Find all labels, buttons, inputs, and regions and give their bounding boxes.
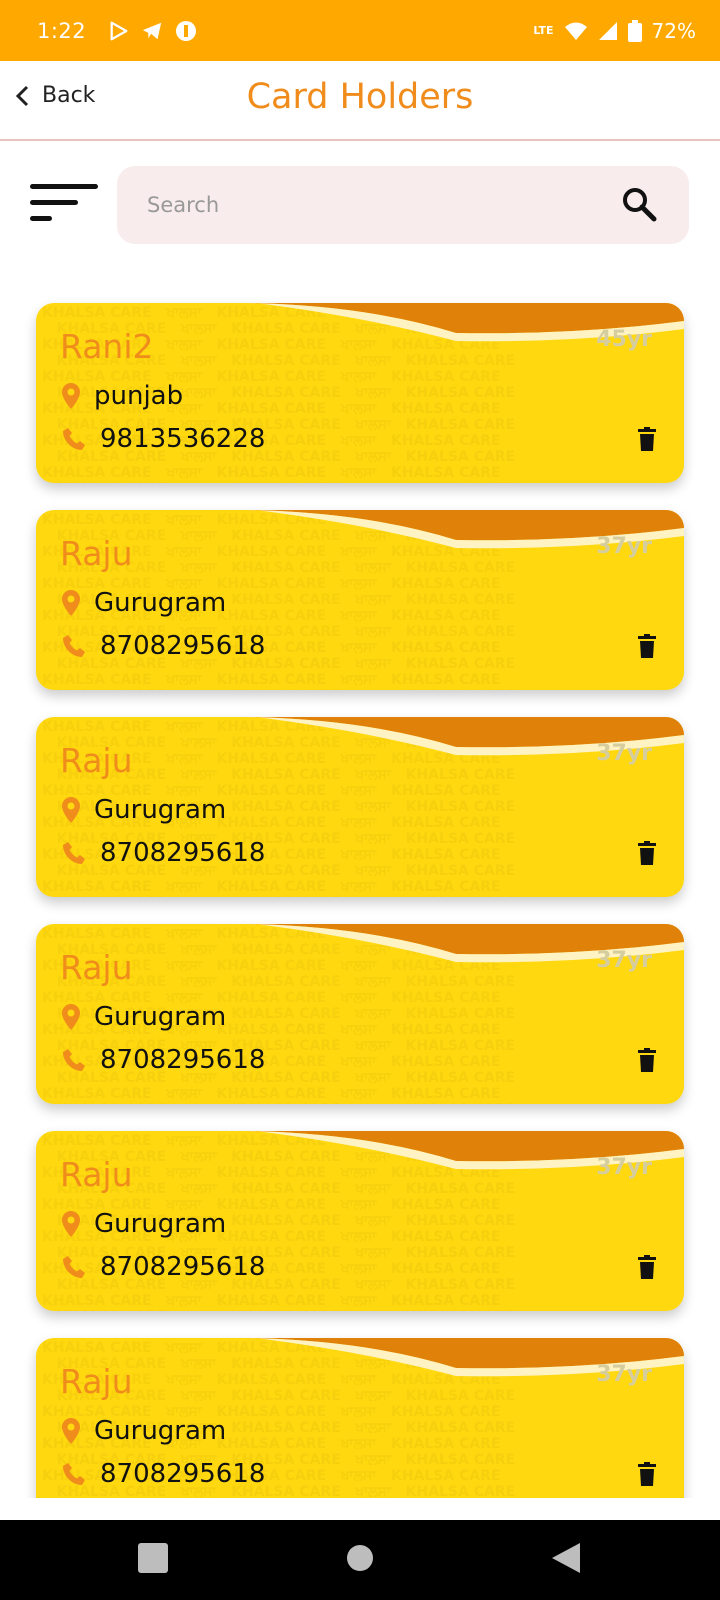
- phone-icon: [63, 842, 85, 864]
- card-wave-decoration: [246, 717, 684, 756]
- status-bar: 1:22 LTE 72%: [0, 0, 720, 61]
- phone-icon: [63, 635, 85, 657]
- holder-name: Raju: [60, 948, 133, 987]
- holder-location: punjab: [62, 381, 183, 411]
- trash-icon[interactable]: [638, 1255, 656, 1279]
- holder-age: 37yr: [596, 1155, 652, 1180]
- location-pin-icon: [62, 1211, 80, 1237]
- holder-age: 37yr: [596, 948, 652, 973]
- holder-phone: 8708295618: [62, 1252, 265, 1282]
- holder-phone: 8708295618: [62, 1045, 265, 1075]
- location-pin-icon: [62, 1418, 80, 1444]
- lte-icon: LTE: [533, 24, 554, 37]
- trash-icon[interactable]: [638, 427, 656, 451]
- trash-icon[interactable]: [638, 1462, 656, 1486]
- notification-icons: [108, 19, 198, 43]
- sort-lines-icon: [30, 184, 98, 221]
- holder-location: Gurugram: [62, 1002, 226, 1032]
- holder-age: 45yr: [596, 327, 652, 352]
- card-holder-item[interactable]: KHALSA CARE ਖਾਲਸਾ KHALSA CARE ਖਾਲਸਾ KHAL…: [36, 510, 684, 690]
- card-wave-decoration: [246, 1338, 684, 1377]
- telegram-icon: [143, 22, 162, 39]
- battery-percent: 72%: [651, 18, 696, 43]
- card-holder-item[interactable]: KHALSA CARE ਖਾਲਸਾ KHALSA CARE ਖਾਲਸਾ KHAL…: [36, 303, 684, 483]
- home-icon[interactable]: [346, 1542, 374, 1574]
- card-holder-item[interactable]: KHALSA CARE ਖਾਲਸਾ KHALSA CARE ਖਾਲਸਾ KHAL…: [36, 1131, 684, 1311]
- holder-age: 37yr: [596, 534, 652, 559]
- card-wave-decoration: [246, 1131, 684, 1170]
- card-wave-decoration: [246, 510, 684, 549]
- search-icon[interactable]: [621, 186, 657, 222]
- location-text: Gurugram: [94, 1209, 227, 1239]
- card-holder-item[interactable]: KHALSA CARE ਖਾਲਸਾ KHALSA CARE ਖਾਲਸਾ KHAL…: [36, 1338, 684, 1498]
- holder-phone: 8708295618: [62, 838, 265, 868]
- location-text: Gurugram: [94, 1002, 227, 1032]
- phone-text: 8708295618: [100, 631, 266, 661]
- location-pin-icon: [62, 1004, 80, 1030]
- card-holder-list: KHALSA CARE ਖਾਲਸਾ KHALSA CARE ਖਾਲਸਾ KHAL…: [0, 262, 720, 1498]
- location-text: punjab: [94, 381, 184, 411]
- phone-icon: [63, 1256, 85, 1278]
- trash-icon[interactable]: [638, 634, 656, 658]
- phone-icon: [63, 1049, 85, 1071]
- page-title: Card Holders: [246, 77, 474, 117]
- holder-phone: 9813536228: [62, 424, 265, 454]
- phone-text: 8708295618: [100, 1045, 266, 1075]
- holder-phone: 8708295618: [62, 1459, 265, 1489]
- phone-text: 8708295618: [100, 1459, 266, 1489]
- phone-icon: [63, 1463, 85, 1485]
- status-time: 1:22: [37, 18, 87, 43]
- holder-name: Raju: [60, 1155, 133, 1194]
- card-holder-item[interactable]: KHALSA CARE ਖਾਲਸਾ KHALSA CARE ਖਾਲਸਾ KHAL…: [36, 717, 684, 897]
- phone-text: 8708295618: [100, 1252, 266, 1282]
- holder-location: Gurugram: [62, 588, 226, 618]
- system-nav-bar: [0, 1520, 720, 1600]
- location-text: Gurugram: [94, 1416, 227, 1446]
- location-text: Gurugram: [94, 588, 227, 618]
- trash-icon[interactable]: [638, 1048, 656, 1072]
- holder-location: Gurugram: [62, 1209, 226, 1239]
- phone-icon: [63, 428, 85, 450]
- location-pin-icon: [62, 383, 80, 409]
- app-notification-icon: [176, 20, 197, 41]
- holder-age: 37yr: [596, 741, 652, 766]
- holder-phone: 8708295618: [62, 631, 265, 661]
- phone-text: 8708295618: [100, 838, 266, 868]
- app-bar: Back Card Holders: [0, 61, 720, 141]
- location-pin-icon: [62, 797, 80, 823]
- battery-icon: [627, 19, 642, 42]
- play-store-icon: [110, 21, 128, 40]
- holder-location: Gurugram: [62, 795, 226, 825]
- back-nav-icon[interactable]: [550, 1542, 582, 1574]
- card-holder-item[interactable]: KHALSA CARE ਖਾਲਸਾ KHALSA CARE ਖਾਲਸਾ KHAL…: [36, 924, 684, 1104]
- holder-name: Raju: [60, 1362, 133, 1401]
- holder-location: Gurugram: [62, 1416, 226, 1446]
- wifi-icon: [564, 22, 587, 40]
- recent-apps-icon[interactable]: [138, 1542, 168, 1574]
- location-text: Gurugram: [94, 795, 227, 825]
- holder-name: Raju: [60, 741, 133, 780]
- location-pin-icon: [62, 590, 80, 616]
- card-wave-decoration: [246, 924, 684, 963]
- filter-button[interactable]: [30, 182, 100, 226]
- search-bar: [117, 166, 689, 244]
- holder-name: Raju: [60, 534, 133, 573]
- search-input[interactable]: [147, 186, 587, 224]
- trash-icon[interactable]: [638, 841, 656, 865]
- holder-age: 37yr: [596, 1362, 652, 1387]
- phone-text: 9813536228: [100, 424, 266, 454]
- signal-icon: [598, 21, 617, 40]
- holder-name: Rani2: [60, 327, 154, 366]
